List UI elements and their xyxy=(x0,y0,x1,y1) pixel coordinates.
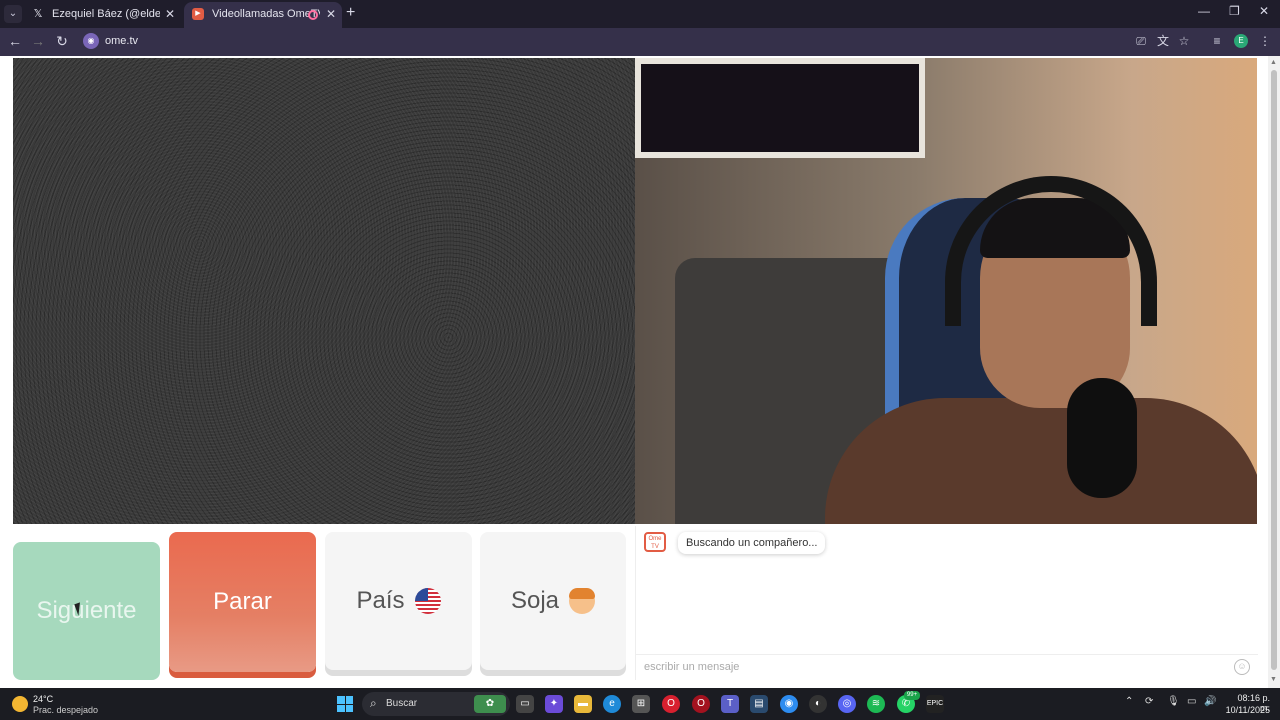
menu-kebab-icon[interactable]: ⋮ xyxy=(1257,33,1273,49)
ometv-page: Siguiente Parar País Soja Ome TV Buscand… xyxy=(0,56,1280,688)
country-button[interactable]: País xyxy=(325,532,472,670)
microphone-tray-icon[interactable]: 🎙 xyxy=(1167,696,1180,707)
weather-icon[interactable] xyxy=(12,696,28,712)
tab-ometv[interactable]: ▶ Videollamadas OmeTV — A ✕ xyxy=(184,2,342,28)
opera-gx-icon[interactable]: O xyxy=(692,695,710,713)
message-input-placeholder: escribir un mensaje xyxy=(644,661,740,673)
opera-icon[interactable]: O xyxy=(662,695,680,713)
search-highlight-icon[interactable]: ✿ xyxy=(474,695,506,713)
restore-icon[interactable]: ❐ xyxy=(1229,4,1240,18)
ometv-logo: Ome TV xyxy=(644,532,666,552)
scroll-up-icon[interactable]: ▲ xyxy=(1270,59,1277,66)
us-flag-icon xyxy=(414,588,441,614)
weather-description[interactable]: Prac. despejado xyxy=(33,705,98,715)
tab-title: Videollamadas OmeTV — A xyxy=(212,8,320,20)
store-icon[interactable]: ⊞ xyxy=(632,695,650,713)
spotify-icon[interactable]: ≋ xyxy=(867,695,885,713)
network-icon[interactable]: ▭ xyxy=(1187,696,1196,707)
gender-button-label: Soja xyxy=(510,587,560,614)
forward-icon[interactable]: → xyxy=(29,32,47,50)
copilot-icon[interactable]: ✦ xyxy=(545,695,563,713)
tab-x-profile[interactable]: 𝕏 Ezequiel Báez (@eldelsinzzz) / X ✕ xyxy=(24,2,181,28)
microphone xyxy=(1067,378,1137,498)
back-icon[interactable]: ← xyxy=(6,32,24,50)
recording-indicator-icon xyxy=(308,10,318,20)
ometv-icon: ▶ xyxy=(192,8,204,20)
stop-button-label: Parar xyxy=(213,588,272,615)
new-tab-icon[interactable]: + xyxy=(346,4,355,22)
bookmark-star-icon[interactable]: ☆ xyxy=(1176,33,1192,49)
browser-tab-strip: ⌄ 𝕏 Ezequiel Báez (@eldelsinzzz) / X ✕ ▶… xyxy=(0,0,1280,28)
windows-taskbar: 24°C Prac. despejado Buscar ✿ ▭ ✦ ▬ e ⊞ … xyxy=(0,688,1280,720)
emoji-icon[interactable]: ☺ xyxy=(1234,659,1250,675)
edge-icon[interactable]: e xyxy=(603,695,621,713)
weather-temperature[interactable]: 24°C xyxy=(33,694,53,704)
discord-icon[interactable]: ◎ xyxy=(838,695,856,713)
boy-face-icon xyxy=(569,588,596,614)
reload-icon[interactable]: ↻ xyxy=(53,32,71,50)
x-logo-icon: 𝕏 xyxy=(33,8,43,20)
reading-list-icon[interactable]: ≡ xyxy=(1209,33,1225,49)
status-message: Buscando un compañero... xyxy=(678,532,826,554)
browser-toolbar: ← → ↻ ◉ ome.tv ⎚ 文 ☆ ≡ E ⋮ xyxy=(0,28,1280,56)
tab-search-chevron-icon[interactable]: ⌄ xyxy=(4,5,22,23)
file-explorer-icon[interactable]: ▬ xyxy=(574,695,592,713)
chrome-icon[interactable]: ◉ xyxy=(780,695,798,713)
tray-expand-icon[interactable]: ⌃ xyxy=(1125,696,1133,707)
volume-icon[interactable]: 🔊 xyxy=(1204,696,1216,707)
close-tab-icon[interactable]: ✕ xyxy=(165,2,175,26)
close-window-icon[interactable]: ✕ xyxy=(1259,4,1269,18)
translate-icon[interactable]: 文 xyxy=(1155,33,1171,49)
windows-start-icon[interactable] xyxy=(337,696,353,712)
obs-icon[interactable]: ◐ xyxy=(809,695,827,713)
tab-title: Ezequiel Báez (@eldelsinzzz) / X xyxy=(52,8,160,20)
gender-button[interactable]: Soja xyxy=(480,532,626,670)
country-button-label: País xyxy=(356,587,405,614)
chat-panel: Ome TV Buscando un compañero... escribir… xyxy=(635,526,1258,680)
site-info-icon[interactable]: ◉ xyxy=(83,33,99,49)
cast-icon[interactable]: ⎚ xyxy=(1133,33,1149,49)
search-label: Buscar xyxy=(386,698,418,709)
address-bar[interactable]: ome.tv xyxy=(105,35,138,47)
background-window xyxy=(635,58,925,158)
epic-games-icon[interactable]: EPIC xyxy=(926,695,944,713)
stranger-video-feed xyxy=(13,58,635,524)
minimize-icon[interactable]: — xyxy=(1198,4,1210,18)
teams-icon[interactable]: T xyxy=(721,695,739,713)
person-shirt xyxy=(825,398,1257,524)
task-view-icon[interactable]: ▭ xyxy=(516,695,534,713)
stop-button[interactable]: Parar xyxy=(169,532,316,672)
sync-icon[interactable]: ⟳ xyxy=(1145,696,1153,707)
profile-avatar[interactable]: E xyxy=(1234,34,1248,48)
scroll-down-icon[interactable]: ▼ xyxy=(1270,676,1277,683)
remote-desktop-icon[interactable]: ▤ xyxy=(750,695,768,713)
close-tab-icon[interactable]: ✕ xyxy=(326,2,336,26)
self-video-feed xyxy=(635,58,1257,524)
page-scrollbar[interactable]: ▲ ▼ xyxy=(1268,56,1280,688)
message-input[interactable]: escribir un mensaje ☺ xyxy=(636,654,1258,680)
clock-date[interactable]: 10/11/2025 xyxy=(1222,705,1270,715)
scroll-thumb[interactable] xyxy=(1271,70,1277,670)
notification-badge: 99+ xyxy=(904,691,920,700)
